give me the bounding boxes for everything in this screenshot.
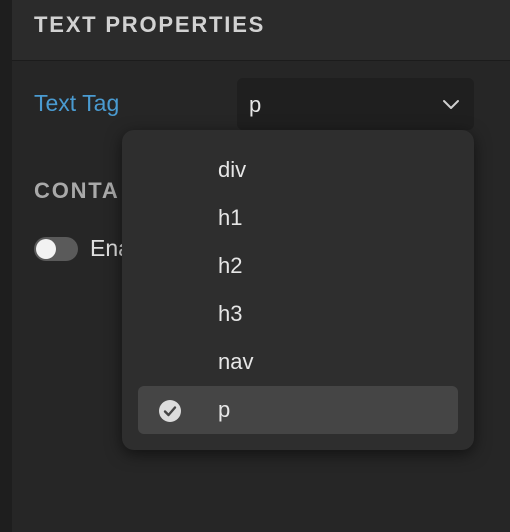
option-label: nav — [218, 349, 254, 374]
enable-toggle[interactable] — [34, 237, 78, 261]
text-tag-dropdown-menu: div h1 h2 h3 nav p — [122, 130, 474, 450]
toggle-knob — [36, 239, 56, 259]
dropdown-option-h1[interactable]: h1 — [138, 194, 458, 242]
option-label: h1 — [218, 205, 243, 230]
section-header[interactable]: TEXT PROPERTIES — [12, 0, 510, 61]
text-tag-select-value: p — [249, 92, 262, 117]
check-circle-icon — [159, 400, 181, 422]
container-section-title[interactable]: CONTA — [34, 178, 120, 204]
option-label: h3 — [218, 301, 243, 326]
left-gutter — [0, 0, 12, 532]
dropdown-option-p[interactable]: p — [138, 386, 458, 434]
option-label: div — [218, 157, 247, 182]
dropdown-option-h3[interactable]: h3 — [138, 290, 458, 338]
option-label: h2 — [218, 253, 243, 278]
text-tag-label: Text Tag — [34, 90, 120, 116]
dropdown-option-nav[interactable]: nav — [138, 338, 458, 386]
text-tag-select[interactable]: p — [237, 78, 474, 130]
chevron-down-icon — [443, 100, 459, 109]
dropdown-option-h2[interactable]: h2 — [138, 242, 458, 290]
dropdown-option-div[interactable]: div — [138, 146, 458, 194]
option-label: p — [218, 397, 231, 422]
section-title: TEXT PROPERTIES — [34, 12, 266, 37]
